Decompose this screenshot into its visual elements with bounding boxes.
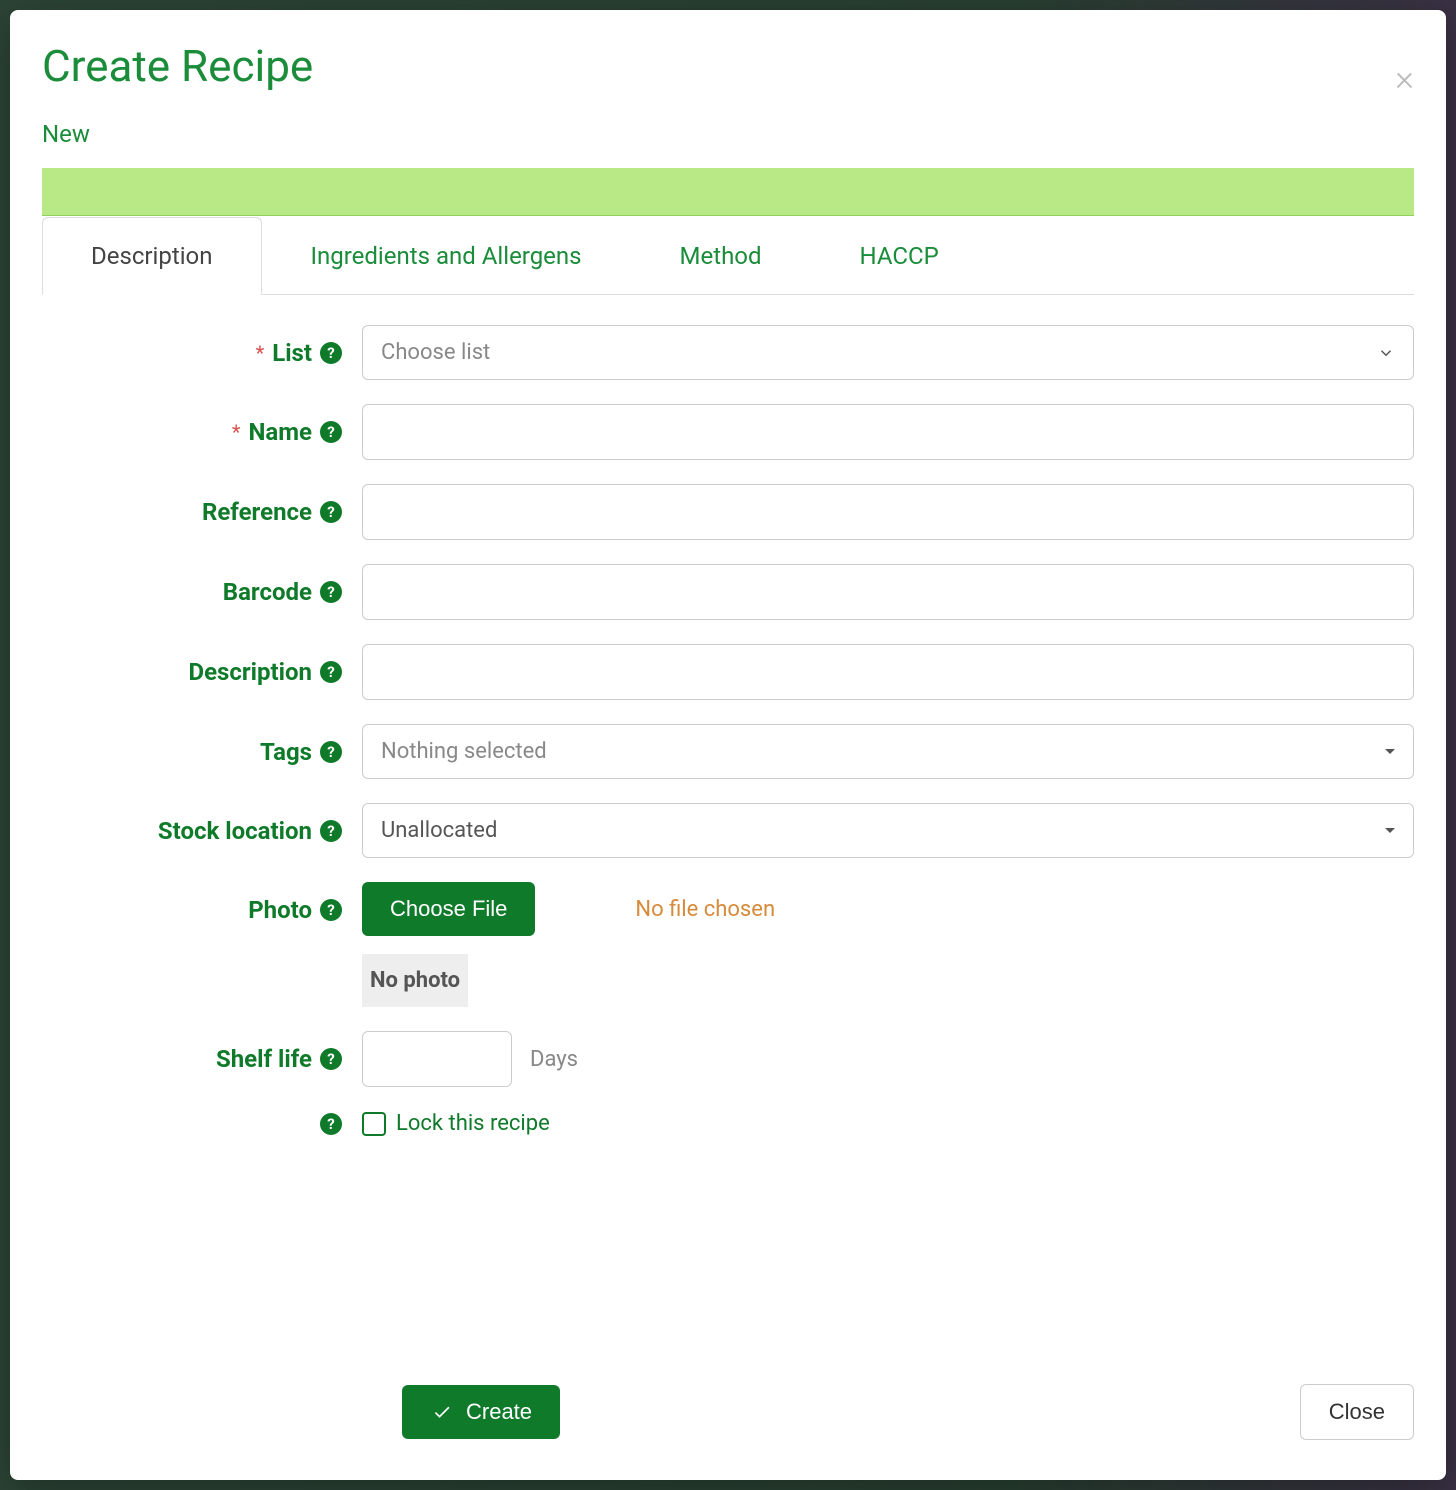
shelf-life-input[interactable] — [362, 1031, 512, 1087]
stock-location-select[interactable]: Unallocated — [362, 803, 1414, 858]
description-input[interactable] — [362, 644, 1414, 700]
help-icon[interactable]: ? — [320, 820, 342, 842]
row-description: Description ? — [42, 644, 1414, 700]
label-shelf-life-text: Shelf life — [216, 1045, 312, 1073]
photo-preview: No photo — [362, 954, 468, 1007]
label-photo: Photo ? — [42, 882, 362, 924]
stock-location-value: Unallocated — [381, 818, 497, 843]
file-status: No file chosen — [635, 897, 775, 922]
label-name-text: Name — [248, 418, 312, 446]
lock-checkbox-wrap: Lock this recipe — [362, 1111, 1414, 1136]
help-icon[interactable]: ? — [320, 1048, 342, 1070]
label-name: * Name ? — [42, 418, 362, 446]
tags-select-placeholder: Nothing selected — [381, 739, 547, 764]
label-reference: Reference ? — [42, 498, 362, 526]
tab-method[interactable]: Method — [631, 217, 811, 295]
label-tags: Tags ? — [42, 738, 362, 766]
row-list: * List ? Choose list — [42, 325, 1414, 380]
label-list: * List ? — [42, 339, 362, 367]
chevron-down-icon — [1377, 344, 1395, 362]
tags-select[interactable]: Nothing selected — [362, 724, 1414, 779]
label-barcode-text: Barcode — [223, 578, 312, 606]
reference-input[interactable] — [362, 484, 1414, 540]
barcode-input[interactable] — [362, 564, 1414, 620]
modal-footer: Create Close — [10, 1384, 1446, 1480]
label-tags-text: Tags — [260, 738, 312, 766]
row-reference: Reference ? — [42, 484, 1414, 540]
label-description: Description ? — [42, 658, 362, 686]
row-tags: Tags ? Nothing selected — [42, 724, 1414, 779]
modal-header: Create Recipe New × — [10, 10, 1446, 168]
help-icon[interactable]: ? — [320, 342, 342, 364]
label-description-text: Description — [188, 658, 312, 686]
help-icon[interactable]: ? — [320, 1113, 342, 1135]
required-indicator: * — [232, 420, 241, 444]
label-reference-text: Reference — [202, 498, 312, 526]
row-photo: Photo ? Choose File No file chosen No ph… — [42, 882, 1414, 1007]
check-icon — [430, 1402, 454, 1422]
row-lock: ? Lock this recipe — [42, 1111, 1414, 1136]
file-row: Choose File No file chosen — [362, 882, 1414, 936]
help-icon[interactable]: ? — [320, 421, 342, 443]
shelf-life-unit: Days — [530, 1047, 578, 1072]
caret-down-icon — [1385, 749, 1395, 754]
help-icon[interactable]: ? — [320, 581, 342, 603]
help-icon[interactable]: ? — [320, 661, 342, 683]
label-barcode: Barcode ? — [42, 578, 362, 606]
tab-ingredients-allergens[interactable]: Ingredients and Allergens — [262, 217, 631, 295]
label-shelf-life: Shelf life ? — [42, 1045, 362, 1073]
row-shelf-life: Shelf life ? Days — [42, 1031, 1414, 1087]
label-stock-location: Stock location ? — [42, 817, 362, 845]
tab-list: Description Ingredients and Allergens Me… — [42, 216, 1414, 295]
tab-description[interactable]: Description — [42, 217, 262, 295]
modal-subtitle: New — [42, 120, 1414, 148]
help-icon[interactable]: ? — [320, 741, 342, 763]
form-body: * List ? Choose list * Name ? — [10, 295, 1446, 1384]
label-list-text: List — [272, 339, 312, 367]
list-select-placeholder: Choose list — [381, 340, 490, 365]
close-icon[interactable]: × — [1395, 60, 1414, 96]
notification-bar — [42, 168, 1414, 216]
row-stock-location: Stock location ? Unallocated — [42, 803, 1414, 858]
create-recipe-modal: Create Recipe New × Description Ingredie… — [10, 10, 1446, 1480]
label-stock-location-text: Stock location — [158, 817, 312, 845]
list-select[interactable]: Choose list — [362, 325, 1414, 380]
help-icon[interactable]: ? — [320, 899, 342, 921]
close-button[interactable]: Close — [1300, 1384, 1414, 1440]
required-indicator: * — [256, 341, 265, 365]
modal-title: Create Recipe — [42, 40, 1414, 92]
help-icon[interactable]: ? — [320, 501, 342, 523]
label-photo-text: Photo — [248, 896, 312, 924]
lock-checkbox[interactable] — [362, 1112, 386, 1136]
create-button-label: Create — [466, 1399, 532, 1425]
tab-haccp[interactable]: HACCP — [811, 217, 988, 295]
choose-file-button[interactable]: Choose File — [362, 882, 535, 936]
caret-down-icon — [1385, 828, 1395, 833]
lock-checkbox-label: Lock this recipe — [396, 1111, 550, 1136]
name-input[interactable] — [362, 404, 1414, 460]
row-name: * Name ? — [42, 404, 1414, 460]
create-button[interactable]: Create — [402, 1385, 560, 1439]
label-lock: ? — [42, 1113, 362, 1135]
row-barcode: Barcode ? — [42, 564, 1414, 620]
